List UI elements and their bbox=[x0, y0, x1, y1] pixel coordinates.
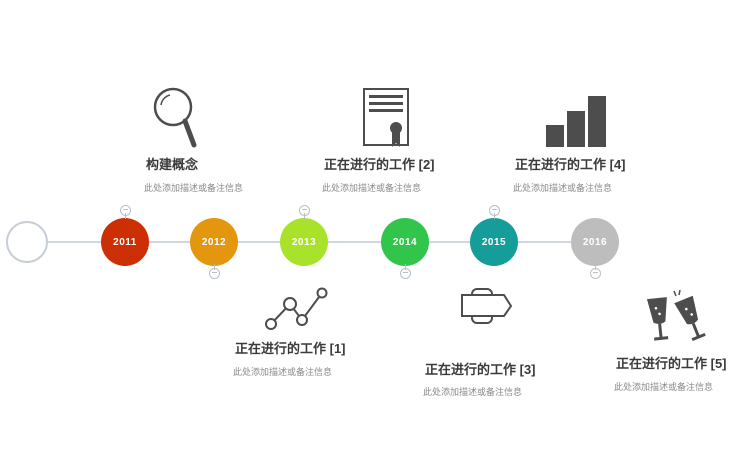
connector-stem bbox=[595, 264, 596, 270]
champagne-icon bbox=[646, 289, 706, 342]
event-title-4: 正在进行的工作 [3] bbox=[425, 362, 536, 377]
event-desc-2: 此处添加描述或备注信息 bbox=[233, 367, 333, 377]
connector-stem bbox=[125, 213, 126, 219]
line-chart-icon bbox=[265, 287, 328, 330]
timeline-infographic: 2011 2012 2013 2014 2015 2016 构建概念 此处添加描… bbox=[0, 0, 756, 468]
timeline-start-ring bbox=[6, 221, 48, 263]
event-desc-5: 此处添加描述或备注信息 bbox=[513, 183, 613, 193]
year-node-2011: 2011 bbox=[101, 218, 149, 266]
event-title-6: 正在进行的工作 [5] bbox=[616, 356, 727, 371]
event-title-3: 正在进行的工作 [2] bbox=[324, 157, 435, 172]
event-desc-6: 此处添加描述或备注信息 bbox=[614, 382, 714, 392]
connector-stem bbox=[214, 264, 215, 270]
year-node-2012: 2012 bbox=[190, 218, 238, 266]
year-node-2016: 2016 bbox=[571, 218, 619, 266]
event-title-2: 正在进行的工作 [1] bbox=[235, 341, 346, 356]
magnifier-icon bbox=[153, 87, 197, 148]
event-desc-3: 此处添加描述或备注信息 bbox=[322, 183, 422, 193]
year-node-2015: 2015 bbox=[470, 218, 518, 266]
event-title-5: 正在进行的工作 [4] bbox=[515, 157, 626, 172]
year-node-2013: 2013 bbox=[280, 218, 328, 266]
signpost-icon bbox=[461, 288, 513, 324]
event-title-1: 构建概念 bbox=[146, 157, 199, 172]
connector-stem bbox=[304, 213, 305, 219]
event-desc-4: 此处添加描述或备注信息 bbox=[423, 387, 523, 397]
connector-stem bbox=[405, 264, 406, 270]
connector-stem bbox=[494, 213, 495, 219]
year-node-2014: 2014 bbox=[381, 218, 429, 266]
certificate-icon bbox=[363, 88, 409, 147]
event-desc-1: 此处添加描述或备注信息 bbox=[144, 183, 244, 193]
bar-chart-icon bbox=[546, 96, 606, 147]
